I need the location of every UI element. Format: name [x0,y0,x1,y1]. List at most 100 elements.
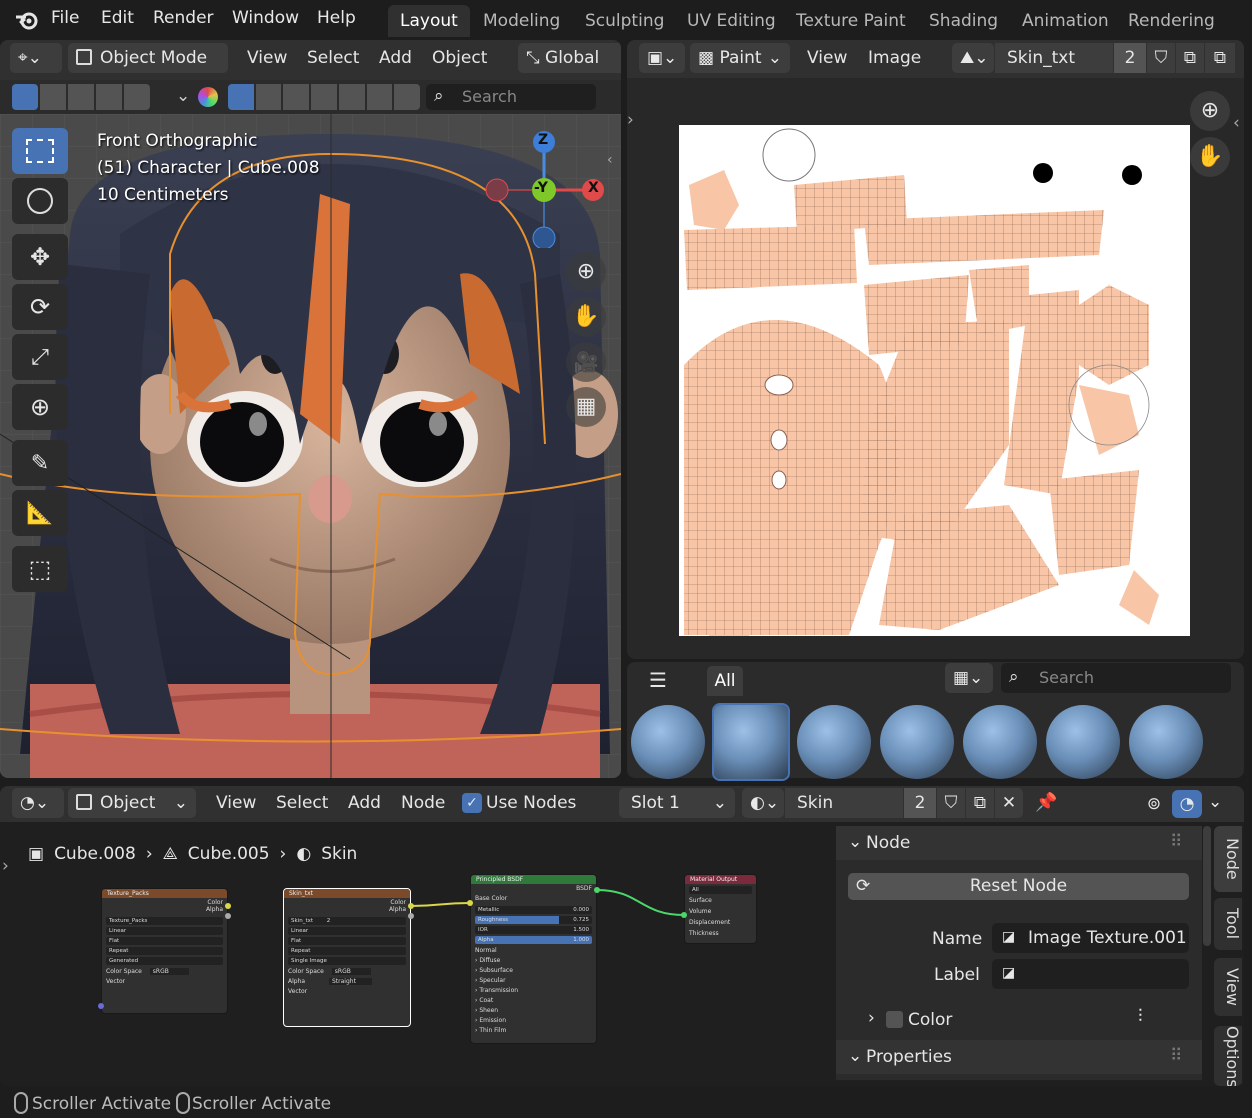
viewport-menu-select[interactable]: Select [307,48,359,68]
measure-tool-icon[interactable]: 📐 [12,490,68,536]
node-panel-header[interactable]: ⌄ Node ⠿ [836,826,1202,860]
material-duplicate-icon[interactable]: ⧉ [966,788,994,818]
image-editor[interactable]: ▣⌄ ▩ Paint ⌄ View Image ⛰⌄ Skin_txt 2 ⛉ ⧉… [627,40,1244,659]
tab-modeling[interactable]: Modeling [471,5,572,37]
zoom-icon[interactable]: ⊕ [566,252,606,292]
drag-handle-icon[interactable]: ⠿ [1170,1046,1182,1066]
alpha-socket[interactable] [408,913,414,919]
view-mode-dropdown[interactable]: ▦⌄ [945,663,993,693]
tab-layout[interactable]: Layout [388,5,470,37]
image-menu-image[interactable]: Image [868,48,921,68]
sidebar-tab-options[interactable]: Options [1214,1026,1242,1086]
select-extend-icon[interactable] [40,84,66,110]
mode-dropdown[interactable]: Object Mode ⌄ [68,43,228,98]
vector-socket[interactable] [98,1003,104,1009]
navigation-gizmo[interactable]: Z X -Y [480,128,610,248]
select-box-tool-icon[interactable] [12,128,68,174]
color-socket[interactable] [225,903,231,909]
image-field[interactable]: Texture_Packs [106,917,223,925]
color-section-label[interactable]: Color [908,1010,952,1030]
drag-handle-icon[interactable]: ⠿ [1170,832,1182,852]
material-fake-user-icon[interactable]: ⛉ [937,788,965,818]
select-subtract-icon[interactable] [68,84,94,110]
color-space-value[interactable]: sRGB [149,968,189,975]
menu-render[interactable]: Render [153,8,214,28]
solid-shading-icon[interactable] [228,84,254,110]
roughness-slider[interactable]: Roughness 0.725 [475,916,592,924]
surface-socket[interactable] [681,912,687,918]
section-specular[interactable]: › Specular [475,976,592,986]
image-sidebar-toggle-icon[interactable]: ‹ [1233,113,1240,133]
ior-field[interactable]: IOR 1.500 [475,926,592,934]
brush-tab-all[interactable]: All [707,666,743,696]
image-mode-dropdown[interactable]: ▩ Paint ⌄ [690,43,790,73]
brush-thumbnail[interactable] [880,705,954,779]
projection-select[interactable]: Flat [106,937,223,945]
brush-thumbnail[interactable] [1129,705,1203,779]
image-pan-hand-icon[interactable]: ✋ [1190,137,1230,177]
image-browse-dropdown[interactable]: ⛰⌄ [952,43,994,73]
camera-icon[interactable] [366,84,393,110]
duplicate-icon[interactable]: ⧉ [1176,43,1204,73]
menu-help[interactable]: Help [317,8,356,28]
image-menu-view[interactable]: View [807,48,847,68]
sidebar-scrollbar[interactable] [1203,826,1211,946]
select-new-icon[interactable] [12,84,38,110]
chevron-down-icon[interactable]: ⌄ [1208,792,1222,812]
metallic-slider[interactable]: Metallic 0.000 [475,906,592,914]
node-name-input[interactable]: Image Texture.001 [992,923,1189,953]
annotate-tool-icon[interactable]: ✎ [12,440,68,486]
transform-orientation-dropdown[interactable]: ⤡ Global [518,43,621,73]
pan-hand-icon[interactable]: ✋ [566,297,606,337]
section-thin-film[interactable]: › Thin Film [475,1026,592,1036]
move-tool-icon[interactable]: ✥ [12,234,68,280]
material-users-count[interactable]: 2 [904,788,936,818]
sidebar-tab-view[interactable]: View [1214,958,1242,1016]
chevron-right-icon[interactable]: › [868,1008,875,1028]
tab-texture-paint[interactable]: Texture Paint [784,5,918,37]
color-wheel-icon[interactable] [198,87,218,107]
projection-select[interactable]: Flat [288,937,406,945]
section-diffuse[interactable]: › Diffuse [475,956,592,966]
brush-thumbnail[interactable] [963,705,1037,779]
material-unlink-icon[interactable]: ✕ [995,788,1023,818]
viewport-menu-add[interactable]: Add [379,48,412,68]
sidebar-tab-tool[interactable]: Tool [1214,898,1242,950]
lamp-icon[interactable] [338,84,365,110]
tab-uv-editing[interactable]: UV Editing [675,5,788,37]
rotate-tool-icon[interactable]: ⟳ [12,284,68,330]
fake-user-shield-icon[interactable]: ⛉ [1147,43,1175,73]
alpha-slider[interactable]: Alpha 1.000 [475,936,592,944]
alpha-socket[interactable] [225,913,231,919]
image-zoom-icon[interactable]: ⊕ [1190,91,1230,131]
section-subsurface[interactable]: › Subsurface [475,966,592,976]
shader-node-editor[interactable]: ◔⌄ Object ⌄ View Select Add Node ✓ Use No… [0,786,1244,1086]
tab-rendering[interactable]: Rendering [1116,5,1227,37]
section-emission[interactable]: › Emission [475,1016,592,1026]
base-color-socket[interactable] [467,900,473,906]
sliders-icon[interactable]: ⫶ [1138,1006,1143,1027]
hamburger-menu-icon[interactable]: ☰ [649,668,667,692]
source-select[interactable]: Single Image [288,957,406,965]
chevron-down-icon[interactable]: ⌄ [176,86,190,106]
ortho-grid-icon[interactable]: ▦ [566,387,606,427]
extension-select[interactable]: Repeat [288,947,406,955]
color-space-value[interactable]: sRGB [331,968,371,975]
image-texture-node-selected[interactable]: Skin_txt Color Alpha Skin_txt 2 Linear F… [283,888,411,1027]
tab-sculpting[interactable]: Sculpting [573,5,676,37]
viewport-search-input[interactable]: ⌕ Search [426,84,596,110]
uv-texture-canvas[interactable] [679,125,1190,636]
blender-logo-icon[interactable] [14,8,40,32]
reset-node-button[interactable]: ⟳ Reset Node [848,873,1189,900]
toolbar-toggle-icon[interactable]: › [627,110,634,130]
brush-thumbnail[interactable] [1046,705,1120,779]
transform-tool-icon[interactable]: ⊕ [12,384,68,430]
source-select[interactable]: Generated [106,957,223,965]
menu-file[interactable]: File [51,8,79,28]
menu-edit[interactable]: Edit [101,8,134,28]
tab-animation[interactable]: Animation [1010,5,1121,37]
editor-type-dropdown[interactable]: ⌖⌄ [10,43,62,73]
sidebar-tab-node[interactable]: Node [1214,826,1242,892]
tab-shading[interactable]: Shading [917,5,1010,37]
particles-icon[interactable] [283,84,310,110]
